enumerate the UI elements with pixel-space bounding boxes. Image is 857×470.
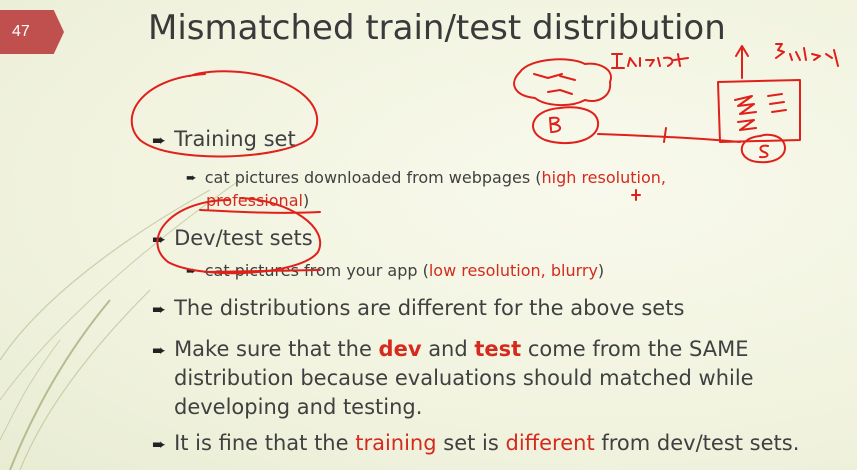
ink-india-label: [775, 43, 839, 67]
bullet-text: Training set: [174, 127, 296, 151]
right-arrow-bullet-icon: ➨: [152, 434, 167, 454]
sub-bullet-text: ): [597, 261, 605, 280]
bullet-text: Make sure that the: [174, 337, 379, 361]
ink-cloud: [513, 58, 612, 106]
highlight-dev: dev: [378, 337, 422, 361]
background-decoration: [0, 179, 241, 470]
highlight-text: high resolution,: [541, 168, 666, 187]
bullet-make-sure-line2: distribution because evaluations should …: [174, 366, 754, 390]
sub-bullet-text: cat pictures downloaded from webpages (: [204, 168, 542, 187]
highlight-training: training: [355, 431, 437, 455]
highlight-text: low resolution, blurry: [428, 261, 598, 280]
highlight-test: test: [474, 337, 522, 361]
sub-bullet-text: cat pictures from your app (: [204, 261, 429, 280]
ink-internet-label: [611, 53, 689, 69]
ink-underline: [199, 209, 321, 214]
ink-arrow-up: [735, 45, 749, 79]
slide-title: Mismatched train/test distribution: [148, 8, 726, 48]
bullet-fine: ➨ It is fine that the training set is dif…: [152, 431, 799, 455]
bullet-text: The distributions are different for the …: [174, 296, 685, 320]
right-arrow-bullet-icon: ➨: [152, 340, 167, 360]
sub-bullet-devtest: ➨ cat pictures from your app (low resolut…: [186, 261, 604, 280]
ink-circle-s: [740, 133, 786, 164]
bullet-text: set is: [436, 431, 506, 455]
bullet-make-sure: ➨ Make sure that the dev and test come fr…: [152, 337, 748, 361]
bullet-training-set: ➨ Training set: [152, 127, 296, 151]
right-arrow-bullet-icon: ➨: [152, 229, 167, 249]
bullet-text: come from the SAME: [521, 337, 749, 361]
right-arrow-bullet-icon: ➨: [186, 171, 197, 186]
highlight-different: different: [505, 431, 595, 455]
ink-circle-b: [532, 106, 600, 145]
bullet-distributions: ➨ The distributions are different for the…: [152, 296, 684, 320]
right-arrow-bullet-icon: ➨: [186, 264, 197, 279]
ink-connector: [597, 133, 741, 143]
ink-plus: [631, 189, 641, 201]
sub-bullet-training-cont: professional): [206, 191, 309, 210]
bullet-text: It is fine that the: [174, 431, 356, 455]
handwritten-annotations: [130, 43, 839, 275]
sub-bullet-text: ): [302, 191, 310, 210]
bullet-make-sure-line3: developing and testing.: [174, 395, 423, 419]
right-arrow-bullet-icon: ➨: [152, 299, 167, 319]
bullet-text: from dev/test sets.: [594, 431, 800, 455]
slide-number-badge: 47: [0, 10, 64, 54]
right-arrow-bullet-icon: ➨: [152, 130, 167, 150]
bullet-text: Dev/test sets: [174, 226, 313, 250]
ink-box: [717, 79, 801, 143]
highlight-text: professional: [206, 191, 303, 210]
bullet-devtest-sets: ➨ Dev/test sets: [152, 226, 313, 250]
bullet-text: and: [421, 337, 475, 361]
sub-bullet-training: ➨ cat pictures downloaded from webpages (…: [186, 168, 666, 187]
